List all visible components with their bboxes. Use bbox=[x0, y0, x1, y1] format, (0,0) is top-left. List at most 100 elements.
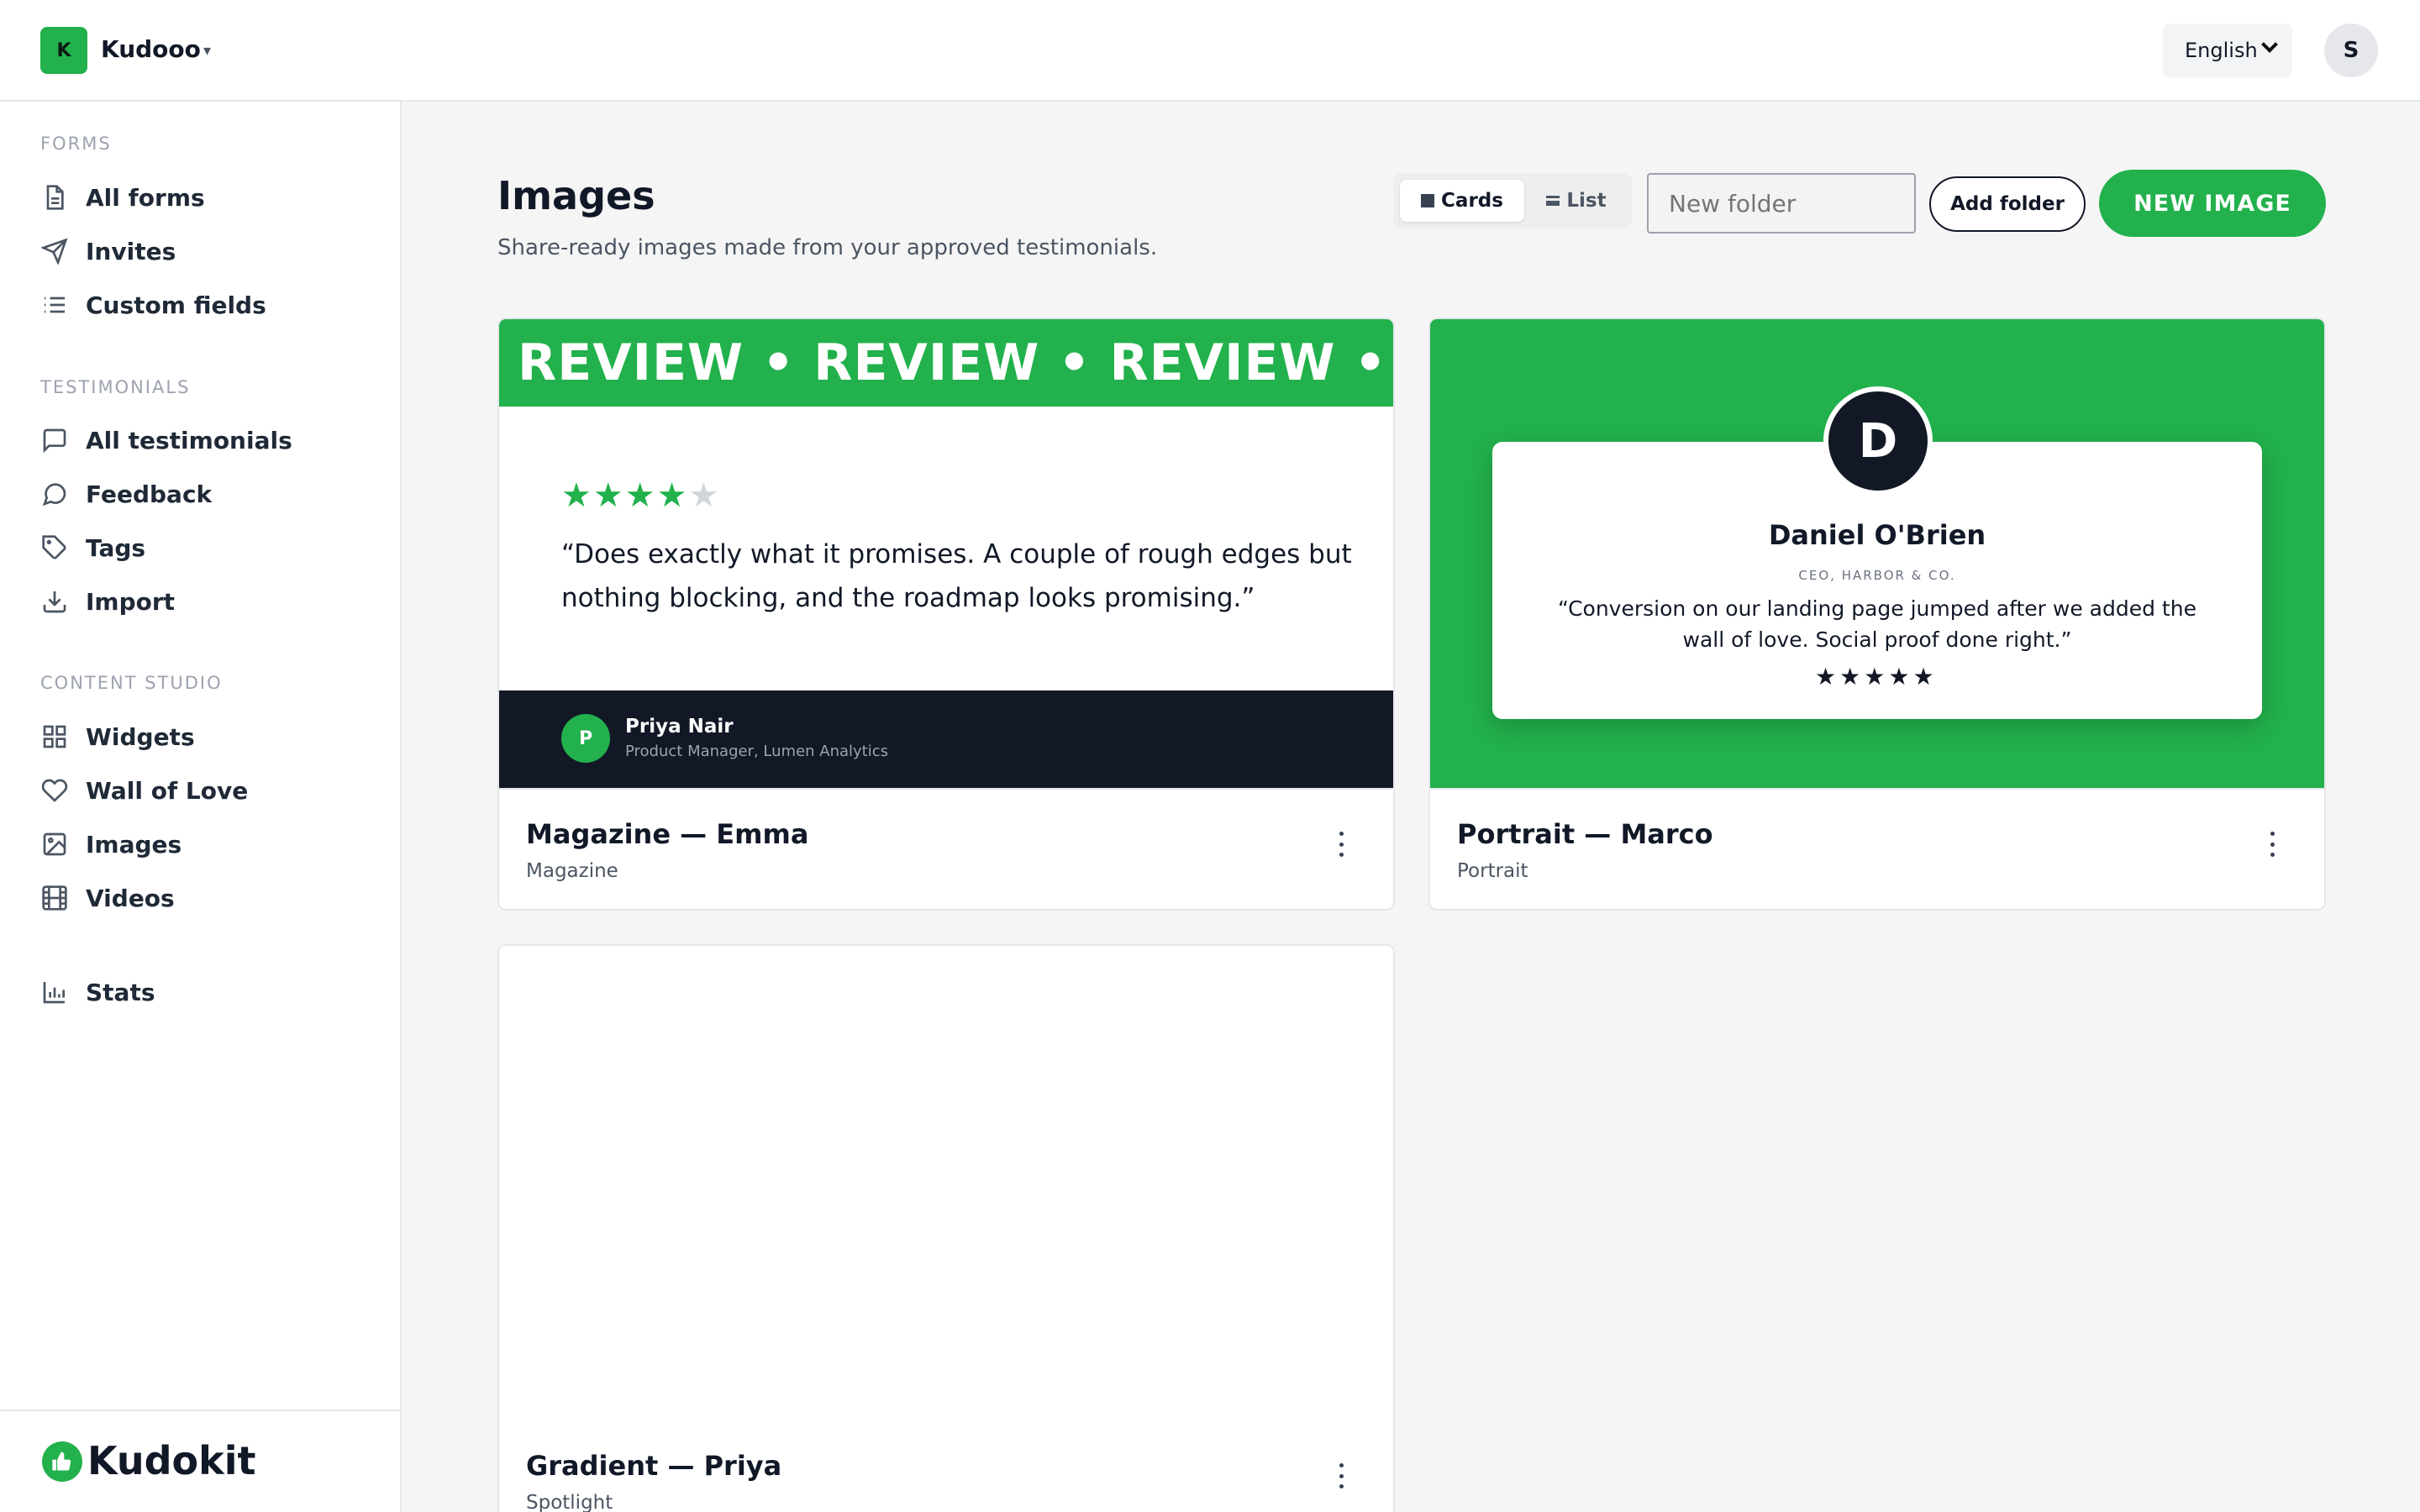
star-filled-icon: ★ bbox=[1815, 663, 1837, 690]
card-type: Spotlight bbox=[526, 1492, 613, 1512]
image-preview-magazine[interactable]: REVIEW • REVIEW • REVIEW • REVIEW • REVI… bbox=[499, 319, 1393, 788]
document-icon bbox=[40, 183, 69, 212]
sidebar-item-invites[interactable]: Invites bbox=[40, 234, 176, 268]
sidebar-section-content-studio: CONTENT STUDIO bbox=[40, 673, 223, 693]
image-card-magazine[interactable]: REVIEW • REVIEW • REVIEW • REVIEW • REVI… bbox=[497, 318, 1395, 911]
more-options-icon[interactable] bbox=[2269, 832, 2275, 857]
sidebar-item-label: Videos bbox=[86, 884, 175, 912]
card-title: Magazine — Emma bbox=[526, 818, 809, 850]
image-card-portrait[interactable]: D Daniel O'Brien CEO, HARBOR & CO. “Conv… bbox=[1428, 318, 2326, 911]
sidebar-section-forms: FORMS bbox=[40, 134, 112, 154]
bar-chart-icon bbox=[40, 978, 69, 1006]
sidebar-item-label: All testimonials bbox=[86, 426, 292, 454]
sidebar-item-label: Import bbox=[86, 587, 176, 616]
film-icon bbox=[40, 884, 69, 912]
top-bar: K Kudooo ▾ English S bbox=[0, 0, 2420, 102]
image-preview-portrait[interactable]: D Daniel O'Brien CEO, HARBOR & CO. “Conv… bbox=[1430, 319, 2324, 788]
star-empty-icon: ★ bbox=[688, 476, 719, 515]
author-avatar: D bbox=[1823, 386, 1933, 496]
rating-stars: ★ ★ ★ ★ ★ bbox=[561, 479, 720, 512]
language-select-value: English bbox=[2185, 39, 2258, 62]
card-footer: Gradient — Priya Spotlight bbox=[499, 1421, 1393, 1512]
new-image-button[interactable]: NEW IMAGE bbox=[2099, 170, 2326, 237]
brand-name: Kudokit bbox=[87, 1438, 256, 1483]
thumbs-up-icon bbox=[42, 1441, 82, 1482]
card-type: Portrait bbox=[1457, 860, 1528, 882]
rating-stars: ★ ★ ★ ★ ★ bbox=[1815, 665, 1938, 689]
sidebar-item-all-forms[interactable]: All forms bbox=[40, 181, 205, 214]
list-view-icon bbox=[1546, 196, 1560, 206]
author-name: Daniel O'Brien bbox=[1768, 519, 1986, 551]
star-filled-icon: ★ bbox=[1839, 663, 1861, 690]
chat-square-icon bbox=[40, 426, 69, 454]
card-title: Gradient — Priya bbox=[526, 1450, 782, 1482]
user-avatar[interactable]: S bbox=[2324, 24, 2378, 77]
sidebar-item-label: Feedback bbox=[86, 480, 213, 508]
page-subtitle: Share-ready images made from your approv… bbox=[497, 235, 1158, 260]
workspace-name[interactable]: Kudooo bbox=[101, 35, 201, 63]
view-toggle-cards[interactable]: Cards bbox=[1400, 180, 1524, 222]
add-folder-button[interactable]: Add folder bbox=[1929, 176, 2086, 232]
workspace-logo[interactable]: K bbox=[40, 27, 87, 74]
author-avatar: P bbox=[561, 714, 610, 763]
language-select[interactable]: English bbox=[2163, 24, 2292, 77]
sidebar-item-custom-fields[interactable]: Custom fields bbox=[40, 288, 266, 322]
star-filled-icon: ★ bbox=[1888, 663, 1910, 690]
sidebar-item-tags[interactable]: Tags bbox=[40, 531, 145, 564]
tag-icon bbox=[40, 533, 69, 562]
card-footer: Magazine — Emma Magazine bbox=[499, 788, 1393, 909]
more-options-icon[interactable] bbox=[1338, 1463, 1344, 1488]
sidebar-item-import[interactable]: Import bbox=[40, 585, 175, 618]
image-card-gradient[interactable]: Gradient — Priya Spotlight bbox=[497, 944, 1395, 1512]
chevron-down-icon bbox=[2261, 36, 2278, 53]
star-filled-icon: ★ bbox=[1912, 663, 1934, 690]
sidebar: FORMS All forms Invites Custom fields TE… bbox=[0, 102, 402, 1512]
sidebar-item-label: Stats bbox=[86, 978, 155, 1006]
sidebar-item-wall-of-love[interactable]: Wall of Love bbox=[40, 774, 248, 807]
send-icon bbox=[40, 237, 69, 265]
author-bar: P Priya Nair Product Manager, Lumen Anal… bbox=[499, 690, 1393, 788]
new-folder-input[interactable] bbox=[1647, 173, 1916, 234]
card-title: Portrait — Marco bbox=[1457, 818, 1713, 850]
more-options-icon[interactable] bbox=[1338, 832, 1344, 857]
sidebar-item-label: Widgets bbox=[86, 722, 195, 751]
star-filled-icon: ★ bbox=[561, 476, 592, 515]
sidebar-item-feedback[interactable]: Feedback bbox=[40, 477, 212, 511]
card-type: Magazine bbox=[526, 860, 618, 882]
page-title: Images bbox=[497, 173, 655, 218]
star-filled-icon: ★ bbox=[592, 476, 623, 515]
view-toggle-list-label: List bbox=[1566, 190, 1607, 212]
author-role: Product Manager, Lumen Analytics bbox=[625, 743, 889, 760]
sidebar-item-videos[interactable]: Videos bbox=[40, 881, 175, 915]
view-toggle: Cards List bbox=[1393, 173, 1632, 228]
image-icon bbox=[40, 830, 69, 858]
sidebar-item-images[interactable]: Images bbox=[40, 827, 182, 861]
testimonial-quote: “Does exactly what it promises. A couple… bbox=[561, 539, 1352, 613]
cards-icon bbox=[1421, 194, 1435, 207]
sidebar-item-label: Tags bbox=[86, 533, 146, 562]
view-toggle-cards-label: Cards bbox=[1441, 190, 1503, 212]
author-name: Priya Nair bbox=[625, 716, 734, 738]
star-filled-icon: ★ bbox=[624, 476, 655, 515]
sidebar-item-label: Invites bbox=[86, 237, 176, 265]
sidebar-item-widgets[interactable]: Widgets bbox=[40, 720, 195, 753]
workspace-caret-icon[interactable]: ▾ bbox=[203, 42, 211, 60]
review-banner: REVIEW • REVIEW • REVIEW • REVIEW • REVI… bbox=[499, 319, 1393, 407]
sidebar-section-testimonials: TESTIMONIALS bbox=[40, 377, 191, 397]
sidebar-footer: Kudokit bbox=[0, 1410, 400, 1512]
sidebar-item-label: Images bbox=[86, 830, 182, 858]
author-role: CEO, HARBOR & CO. bbox=[1798, 568, 1956, 583]
heart-icon bbox=[40, 776, 69, 805]
sidebar-item-all-testimonials[interactable]: All testimonials bbox=[40, 423, 292, 457]
star-filled-icon: ★ bbox=[656, 476, 687, 515]
view-toggle-list[interactable]: List bbox=[1534, 180, 1618, 222]
grid-icon bbox=[40, 722, 69, 751]
image-preview-gradient[interactable] bbox=[499, 946, 1393, 1415]
testimonial-quote: “Conversion on our landing page jumped a… bbox=[1558, 596, 2196, 652]
sidebar-item-label: All forms bbox=[86, 183, 205, 212]
download-icon bbox=[40, 587, 69, 616]
sidebar-item-label: Custom fields bbox=[86, 291, 266, 319]
sidebar-item-stats[interactable]: Stats bbox=[40, 975, 155, 1009]
card-footer: Portrait — Marco Portrait bbox=[1430, 788, 2324, 909]
chat-round-icon bbox=[40, 480, 69, 508]
